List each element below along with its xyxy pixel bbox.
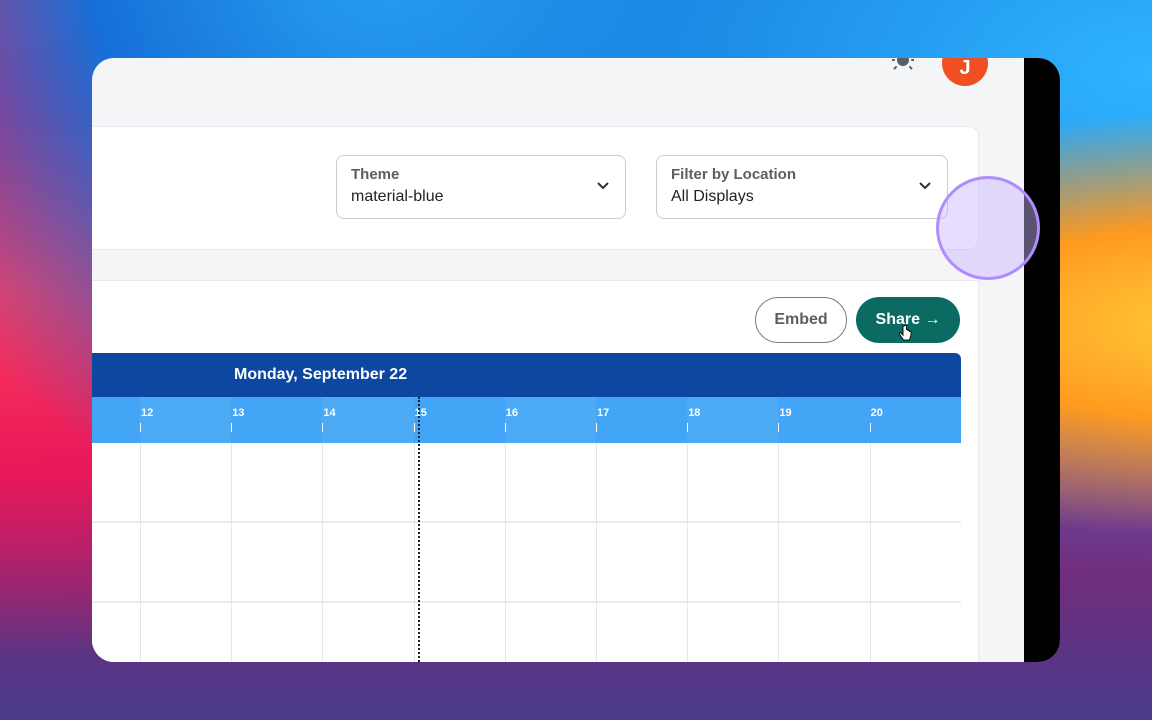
avatar-initial: J (959, 58, 971, 79)
theme-select[interactable]: Theme material-blue (336, 155, 626, 219)
location-select-value: All Displays (671, 188, 754, 205)
chevron-down-icon (597, 182, 609, 190)
grid-column-divider (322, 443, 324, 662)
grid-column-divider (596, 443, 597, 662)
theme-select-value: material-blue (351, 188, 444, 205)
theme-select-label: Theme (351, 166, 400, 183)
hour-tick (413, 423, 415, 432)
chevron-down-icon (919, 182, 931, 190)
grid-column-divider (869, 443, 871, 662)
click-highlight (936, 176, 1040, 280)
timeline-hours-row: 12 13 14 15 16 17 18 19 20 (92, 397, 961, 443)
grid-column-divider (778, 443, 780, 662)
sun-icon[interactable] (892, 58, 914, 74)
hour-shade (140, 397, 232, 443)
location-select[interactable]: Filter by Location All Displays (656, 155, 948, 219)
filters-panel: Theme material-blue Filter by Location A… (92, 126, 979, 250)
grid-column-divider (231, 443, 233, 662)
hour-tick (596, 423, 597, 432)
hour-tick (869, 423, 871, 432)
embed-button[interactable]: Embed (755, 297, 847, 343)
hour-label: 20 (870, 407, 883, 419)
app-window: J Theme material-blue Filter by Location… (92, 58, 1060, 662)
grid-column-divider (687, 443, 689, 662)
timeline-date-header: Monday, September 22 (92, 353, 961, 397)
user-avatar[interactable]: J (942, 58, 988, 86)
grid-column-divider (413, 443, 415, 662)
current-time-indicator (418, 397, 420, 662)
timeline-date-label: Monday, September 22 (234, 366, 408, 383)
hour-label: 19 (779, 407, 792, 419)
hour-tick (231, 423, 233, 432)
hour-label: 17 (597, 407, 610, 419)
grid-column-divider (504, 443, 506, 662)
location-select-label: Filter by Location (671, 166, 797, 183)
timeline-grid[interactable] (92, 443, 961, 662)
grid-row-divider (92, 521, 961, 523)
grid-column-divider (140, 443, 141, 662)
hour-shade (322, 397, 414, 443)
hour-tick (778, 423, 780, 432)
hour-shade (687, 397, 779, 443)
grid-row-divider (92, 601, 961, 603)
timeline: Monday, September 22 12 13 14 15 16 17 18 19 20 (92, 353, 961, 662)
hand-cursor-icon (898, 325, 912, 341)
hour-label: 15 (414, 407, 427, 419)
screen-edge (1024, 58, 1060, 662)
hour-label: 13 (232, 407, 245, 419)
hour-shade (504, 397, 596, 443)
